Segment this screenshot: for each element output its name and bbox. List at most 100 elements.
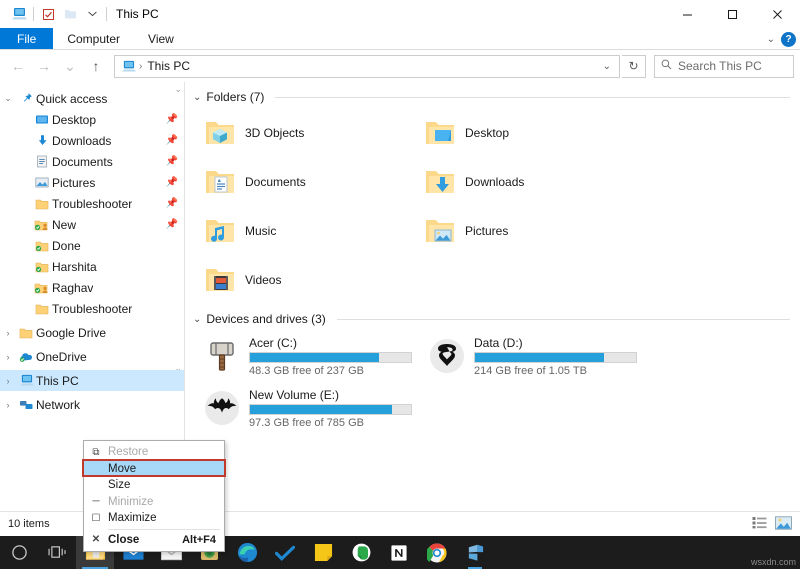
notion-icon[interactable] (380, 536, 418, 569)
pin-icon[interactable]: 📌 (166, 114, 178, 125)
group-divider (337, 319, 790, 320)
drive-item[interactable]: Data (D:) 214 GB free of 1.05 TB (418, 330, 643, 382)
customize-dropdown-icon[interactable] (81, 3, 103, 25)
this-pc-icon[interactable] (8, 3, 30, 25)
folder-label: Downloads (465, 175, 524, 189)
sidebar-item-documents[interactable]: Documents 📌 (0, 151, 184, 172)
pin-icon[interactable]: 📌 (166, 177, 178, 188)
chevron-down-icon[interactable]: ⌄ (767, 34, 775, 45)
view-toggle-group (752, 516, 792, 533)
address-dropdown-icon[interactable]: ⌄ (603, 61, 615, 72)
forward-button[interactable]: → (32, 54, 56, 78)
address-path-field[interactable]: › This PC ⌄ (114, 55, 620, 78)
sidebar-item-troubleshooter-2[interactable]: Troubleshooter (0, 298, 184, 319)
folder-item[interactable]: 3D Objects (193, 108, 413, 157)
edge-icon[interactable] (228, 536, 266, 569)
folder-3d-objects-icon (203, 116, 237, 150)
tab-computer[interactable]: Computer (53, 28, 134, 50)
breadcrumb-separator: › (139, 61, 142, 72)
tab-view[interactable]: View (134, 28, 188, 50)
chevron-down-icon[interactable]: ⌄ (0, 93, 16, 104)
sidebar-item-downloads[interactable]: Downloads 📌 (0, 130, 184, 151)
folders-group-header[interactable]: ⌄ Folders (7) (193, 90, 790, 104)
search-icon (661, 59, 672, 73)
context-menu-item-move[interactable]: Move (84, 461, 224, 478)
up-button[interactable]: ↑ (84, 54, 108, 78)
context-menu-item-close[interactable]: ✕ Close Alt+F4 (84, 532, 224, 549)
chevron-right-icon[interactable]: › (0, 328, 16, 338)
sidebar-item-done[interactable]: Done (0, 235, 184, 256)
context-menu-item-maximize[interactable]: ☐ Maximize (84, 510, 224, 527)
chevron-down-icon[interactable]: ⌄ (193, 92, 201, 103)
sidebar-item-label: This PC (36, 374, 79, 388)
sidebar-item-google-drive[interactable]: › Google Drive (0, 322, 184, 343)
drive-item[interactable]: New Volume (E:) 97.3 GB free of 785 GB (193, 382, 418, 434)
drives-group-header[interactable]: ⌄ Devices and drives (3) (193, 312, 790, 326)
sidebar-item-this-pc[interactable]: › This PC (0, 370, 184, 391)
chevron-down-icon[interactable]: ⌄ (193, 314, 201, 325)
sidebar-item-label: Pictures (52, 176, 95, 190)
task-view-icon[interactable] (38, 536, 76, 569)
folder-item[interactable]: Pictures (413, 206, 633, 255)
folder-item[interactable]: Music (193, 206, 413, 255)
cortana-icon[interactable] (0, 536, 38, 569)
sidebar-item-raghav[interactable]: Raghav (0, 277, 184, 298)
large-icons-view-icon[interactable] (775, 516, 792, 533)
system-context-menu: ⧉ Restore Move Size ─ Minimize ☐ Maximiz… (83, 440, 225, 552)
close-button[interactable] (755, 0, 800, 28)
folder-item[interactable]: Videos (193, 255, 413, 304)
sidebar-item-desktop[interactable]: Desktop 📌 (0, 109, 184, 130)
chevron-right-icon[interactable]: › (0, 376, 16, 386)
shared-folder-sync-icon (32, 282, 52, 294)
folder-item[interactable]: Documents (193, 157, 413, 206)
desktop-icon (32, 114, 52, 126)
sidebar-item-pictures[interactable]: Pictures 📌 (0, 172, 184, 193)
pin-icon[interactable]: 📌 (166, 219, 178, 230)
chrome-icon[interactable] (418, 536, 456, 569)
drive-item[interactable]: Acer (C:) 48.3 GB free of 237 GB (193, 330, 418, 382)
todoist-icon[interactable] (266, 536, 304, 569)
pin-icon[interactable]: 📌 (166, 198, 178, 209)
refresh-button[interactable]: ↻ (622, 55, 646, 78)
sidebar-item-network[interactable]: › Network (0, 394, 184, 415)
context-menu-item-minimize[interactable]: ─ Minimize (84, 494, 224, 511)
pin-icon[interactable]: 📌 (166, 156, 178, 167)
context-menu-label: Close (108, 534, 139, 546)
sidebar-item-troubleshooter[interactable]: Troubleshooter 📌 (0, 193, 184, 214)
context-menu-label: Minimize (108, 496, 153, 508)
recent-locations-icon[interactable]: ⌄ (58, 54, 82, 78)
folders-group-title: Folders (7) (206, 90, 264, 104)
back-button[interactable]: ← (6, 54, 30, 78)
sidebar-item-harshita[interactable]: Harshita (0, 256, 184, 277)
sidebar-item-label: New (52, 218, 76, 232)
breadcrumb-current[interactable]: This PC (147, 59, 190, 73)
chevron-right-icon[interactable]: › (0, 352, 16, 362)
pictures-icon (32, 177, 52, 188)
folder-videos-icon (203, 263, 237, 297)
folder-item[interactable]: Downloads (413, 157, 633, 206)
properties-icon[interactable] (37, 3, 59, 25)
details-view-icon[interactable] (752, 516, 767, 532)
chevron-right-icon[interactable]: › (0, 400, 16, 410)
new-folder-icon[interactable] (59, 3, 81, 25)
help-icon[interactable]: ? (781, 32, 796, 47)
tab-file[interactable]: File (0, 28, 53, 50)
drives-group-title: Devices and drives (3) (206, 312, 325, 326)
sidebar-item-quick-access[interactable]: ⌄ Quick access (0, 88, 184, 109)
drive-free-text: 48.3 GB free of 237 GB (249, 365, 412, 377)
evernote-icon[interactable] (342, 536, 380, 569)
minimize-button[interactable] (665, 0, 710, 28)
sidebar-item-new[interactable]: New 📌 (0, 214, 184, 235)
context-menu-item-size[interactable]: Size (84, 477, 224, 494)
sticky-notes-icon[interactable] (304, 536, 342, 569)
search-input[interactable]: Search This PC (654, 55, 794, 78)
folder-item[interactable]: Desktop (413, 108, 633, 157)
maximize-button[interactable] (710, 0, 755, 28)
context-menu-item-restore[interactable]: ⧉ Restore (84, 444, 224, 461)
pin-icon[interactable]: 📌 (166, 135, 178, 146)
address-bar: ← → ⌄ ↑ › This PC ⌄ ↻ Search This PC (0, 50, 800, 82)
store-icon[interactable] (456, 536, 494, 569)
drives-list: Acer (C:) 48.3 GB free of 237 GB Data (D… (193, 330, 790, 434)
sidebar-item-onedrive[interactable]: › OneDrive (0, 346, 184, 367)
sidebar-item-label: Raghav (52, 281, 93, 295)
